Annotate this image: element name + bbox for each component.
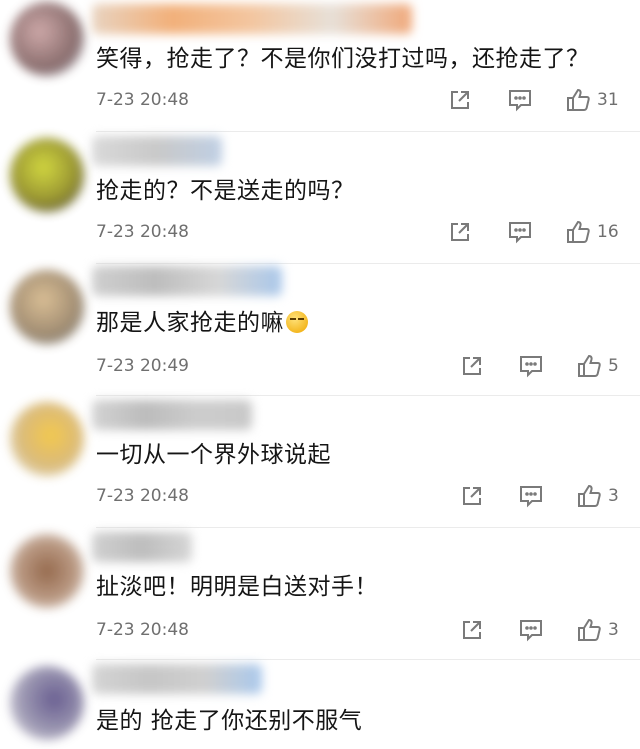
reply-button[interactable]	[518, 618, 544, 642]
thumbs-up-icon	[565, 219, 591, 245]
reply-icon	[507, 220, 533, 244]
like-button[interactable]: 31	[565, 87, 619, 113]
username-blurred[interactable]	[92, 400, 252, 430]
reply-icon	[518, 354, 544, 378]
comment-text: 是的 抢走了你还别不服气	[96, 708, 363, 734]
username-blurred[interactable]	[92, 664, 262, 694]
thumbs-up-icon	[576, 617, 602, 643]
avatar[interactable]	[10, 138, 84, 212]
timestamp: 7-23 20:48	[96, 620, 189, 640]
comment-text: 笑得，抢走了？不是你们没打过吗，还抢走了？	[96, 46, 590, 72]
timestamp: 7-23 20:48	[96, 486, 189, 506]
share-icon	[460, 354, 484, 378]
like-button[interactable]: 16	[565, 219, 619, 245]
timestamp: 7-23 20:48	[96, 222, 189, 242]
like-button[interactable]: 5	[576, 353, 619, 379]
avatar[interactable]	[10, 2, 84, 76]
share-icon	[448, 88, 472, 112]
avatar[interactable]	[10, 270, 84, 344]
share-button[interactable]	[460, 484, 484, 508]
thumbs-up-icon	[576, 483, 602, 509]
share-button[interactable]	[460, 354, 484, 378]
share-button[interactable]	[448, 220, 472, 244]
reply-icon	[507, 88, 533, 112]
reply-icon	[518, 484, 544, 508]
share-icon	[460, 618, 484, 642]
username-blurred[interactable]	[92, 266, 282, 296]
share-button[interactable]	[448, 88, 472, 112]
comment-text-content: 那是人家抢走的嘛	[96, 310, 284, 336]
username-blurred[interactable]	[92, 4, 412, 34]
like-count: 16	[597, 222, 619, 242]
like-count: 31	[597, 90, 619, 110]
like-button[interactable]: 3	[576, 483, 619, 509]
comment-text: 扯淡吧！明明是白送对手！	[96, 574, 378, 600]
avatar[interactable]	[10, 534, 84, 608]
reply-icon	[518, 618, 544, 642]
username-blurred[interactable]	[92, 532, 192, 562]
username-blurred[interactable]	[92, 136, 222, 166]
comment-item: 抢走的？不是送走的吗？ 7-23 20:48 16	[0, 132, 640, 264]
share-icon	[460, 484, 484, 508]
comment-item: 扯淡吧！明明是白送对手！ 7-23 20:48 3	[0, 528, 640, 660]
thumbs-up-icon	[576, 353, 602, 379]
reply-button[interactable]	[518, 354, 544, 378]
comment-text: 那是人家抢走的嘛	[96, 308, 308, 338]
timestamp: 7-23 20:48	[96, 90, 189, 110]
comment-text: 一切从一个界外球说起	[96, 442, 331, 468]
avatar[interactable]	[10, 666, 84, 740]
comment-text: 抢走的？不是送走的吗？	[96, 178, 355, 204]
timestamp: 7-23 20:49	[96, 356, 189, 376]
smirk-emoji-icon	[286, 311, 308, 333]
like-count: 3	[608, 486, 619, 506]
share-button[interactable]	[460, 618, 484, 642]
avatar[interactable]	[10, 402, 84, 476]
comment-item: 那是人家抢走的嘛 7-23 20:49 5	[0, 264, 640, 396]
like-count: 3	[608, 620, 619, 640]
like-button[interactable]: 3	[576, 617, 619, 643]
comment-item: 一切从一个界外球说起 7-23 20:48 3	[0, 396, 640, 528]
like-count: 5	[608, 356, 619, 376]
reply-button[interactable]	[507, 220, 533, 244]
comment-item: 笑得，抢走了？不是你们没打过吗，还抢走了？ 7-23 20:48 31	[0, 0, 640, 132]
comment-item: 是的 抢走了你还别不服气	[0, 660, 640, 749]
reply-button[interactable]	[518, 484, 544, 508]
reply-button[interactable]	[507, 88, 533, 112]
thumbs-up-icon	[565, 87, 591, 113]
share-icon	[448, 220, 472, 244]
